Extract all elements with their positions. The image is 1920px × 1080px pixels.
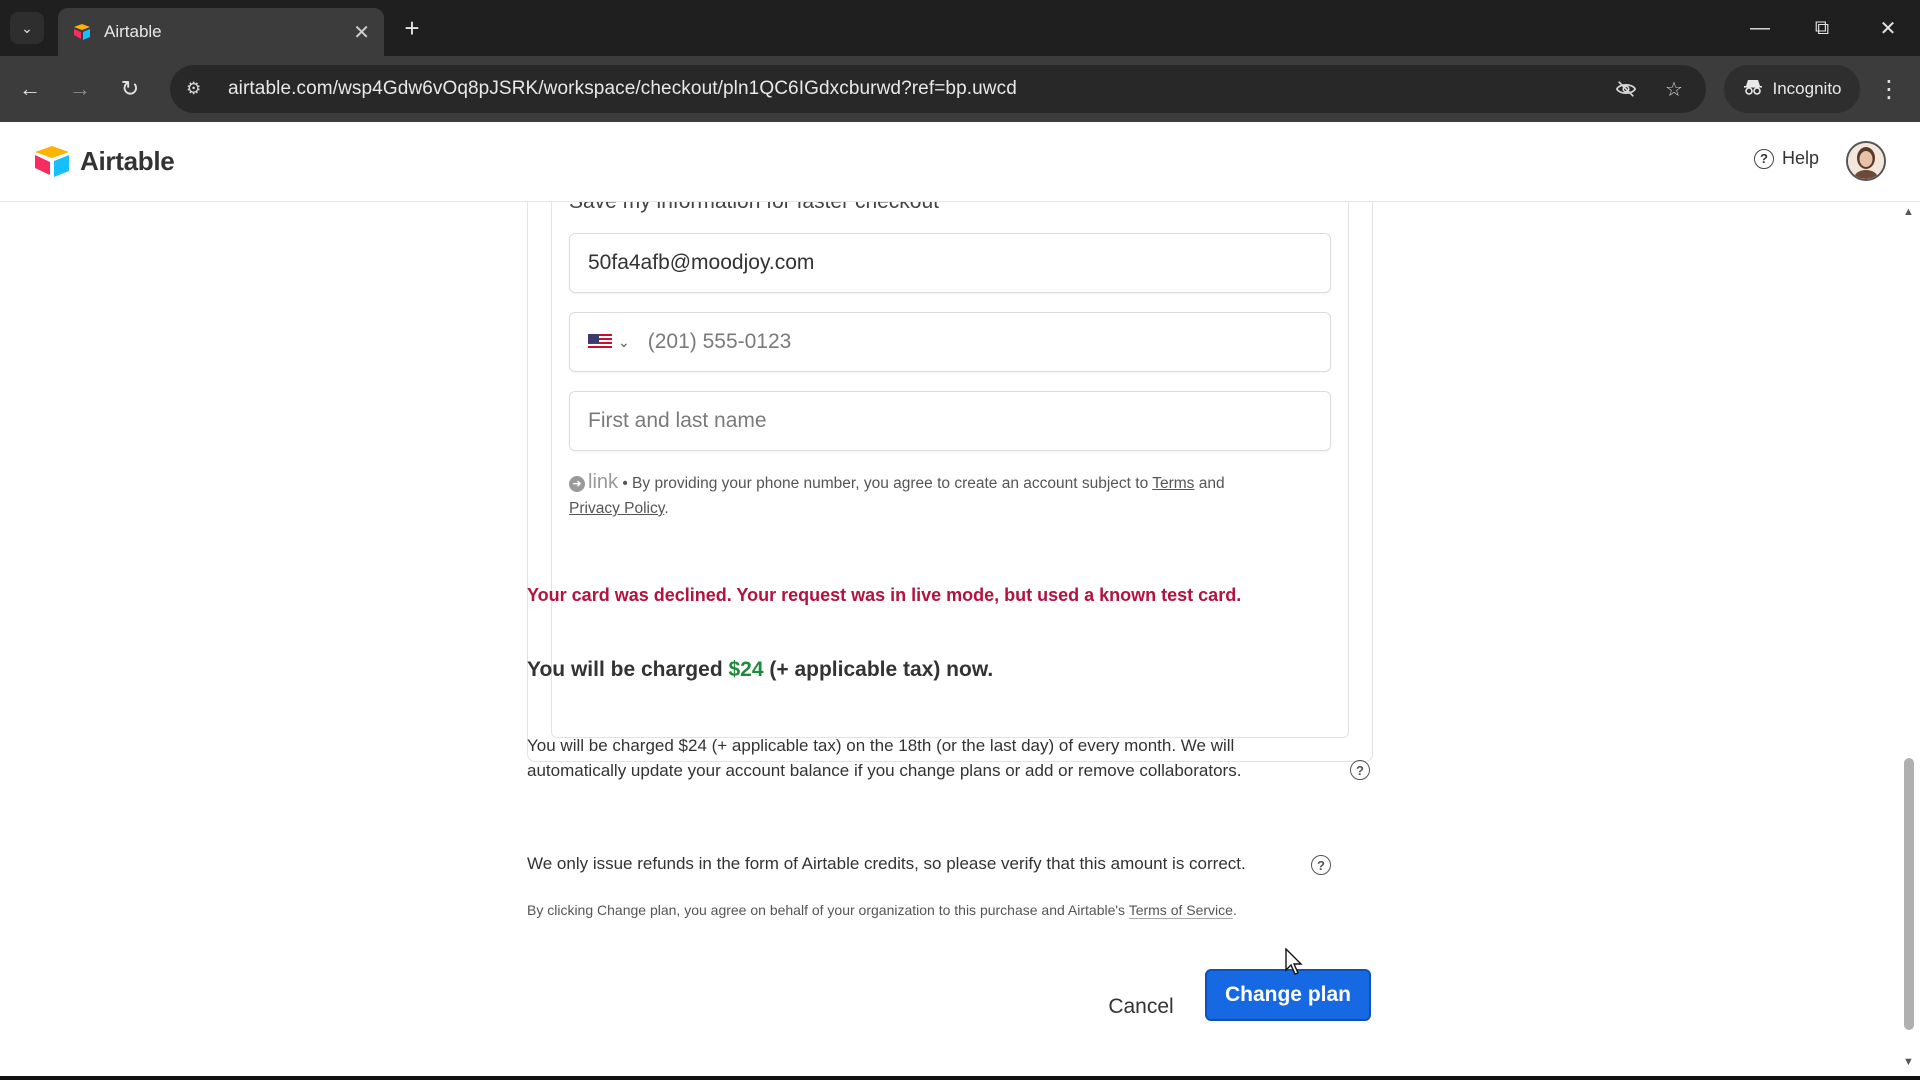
new-tab-button[interactable]: + (396, 12, 428, 44)
purchase-terms-text: By clicking Change plan, you agree on be… (527, 902, 1237, 919)
tab-search-button[interactable]: ⌄ (10, 12, 44, 44)
airtable-favicon-icon (72, 22, 92, 42)
refund-policy-text: We only issue refunds in the form of Air… (527, 854, 1246, 873)
tab-title: Airtable (104, 22, 162, 41)
us-flag-icon[interactable] (588, 334, 612, 350)
save-info-label: Save my information for faster checkout (569, 202, 939, 214)
brand-name: Airtable (80, 145, 175, 176)
help-icon: ? (1754, 148, 1774, 169)
scrollbar-thumb[interactable] (1904, 758, 1914, 1030)
recurring-charge-text: You will be charged $24 (+ applicable ta… (527, 736, 1242, 780)
terms-of-service-link[interactable]: Terms of Service (1128, 902, 1233, 919)
help-label: Help (1782, 148, 1820, 168)
country-chevron-down-icon[interactable]: ⌄ (618, 334, 630, 351)
chevron-down-icon: ⌄ (21, 19, 33, 36)
close-tab-icon[interactable]: ✕ (353, 20, 370, 45)
url-text: airtable.com/wsp4Gdw6vOq8pJSRK/workspace… (228, 78, 1017, 99)
restore-icon[interactable]: ⧉ (1796, 10, 1848, 46)
forward-arrow-icon[interactable]: → (62, 71, 98, 107)
bookmark-star-icon[interactable]: ☆ (1654, 65, 1694, 113)
stripe-link-logo: ➜ link (569, 471, 618, 493)
incognito-label: Incognito (1772, 79, 1842, 98)
name-field[interactable]: First and last name (569, 391, 1331, 451)
charge-summary: You will be charged $24 (+ applicable ta… (527, 658, 994, 681)
address-bar[interactable]: ⚙ airtable.com/wsp4Gdw6vOq8pJSRK/workspa… (170, 65, 1706, 113)
mouse-cursor-icon (1285, 948, 1303, 975)
email-value: 50fa4afb@moodjoy.com (588, 251, 815, 274)
eye-off-icon[interactable] (1606, 65, 1646, 113)
refund-help-icon[interactable]: ? (1311, 855, 1331, 875)
browser-menu-icon[interactable]: ⋮ (1874, 71, 1904, 107)
phone-placeholder: (201) 555-0123 (647, 330, 792, 353)
cancel-button[interactable]: Cancel (1098, 985, 1184, 1029)
reload-icon[interactable]: ↻ (112, 71, 148, 107)
name-placeholder: First and last name (588, 409, 767, 432)
card-declined-error: Your card was declined. Your request was… (527, 585, 1242, 605)
link-arrow-icon: ➜ (569, 476, 585, 492)
browser-tab[interactable]: Airtable ✕ (58, 8, 384, 56)
checkout-content: Save my information for faster checkout … (0, 202, 1920, 1076)
link-consent-note: ➜ link • By providing your phone number, … (569, 471, 1225, 517)
billing-help-icon[interactable]: ? (1350, 760, 1370, 780)
browser-tab-bar: ⌄ Airtable ✕ + — ⧉ ✕ (0, 0, 1920, 56)
terms-link[interactable]: Terms (1152, 475, 1194, 492)
browser-toolbar: ← → ↻ ⚙ airtable.com/wsp4Gdw6vOq8pJSRK/w… (0, 56, 1920, 122)
scroll-down-arrow-icon[interactable]: ▼ (1903, 1056, 1914, 1068)
scroll-up-arrow-icon[interactable]: ▲ (1903, 206, 1914, 218)
site-settings-icon[interactable]: ⚙ (186, 79, 214, 99)
incognito-indicator[interactable]: Incognito (1724, 65, 1860, 113)
charge-amount: $24 (728, 658, 764, 681)
incognito-icon (1743, 78, 1763, 101)
phone-field[interactable]: ⌄ (201) 555-0123 (569, 312, 1331, 372)
airtable-logo-icon (35, 146, 69, 177)
minimize-icon[interactable]: — (1734, 10, 1786, 46)
user-avatar[interactable] (1846, 141, 1886, 181)
close-window-icon[interactable]: ✕ (1862, 10, 1914, 46)
airtable-logo[interactable]: Airtable (32, 144, 175, 178)
email-field[interactable]: 50fa4afb@moodjoy.com (569, 233, 1331, 293)
page-scrollbar[interactable]: ▲ ▼ (1900, 202, 1920, 1076)
back-arrow-icon[interactable]: ← (12, 71, 48, 107)
help-button[interactable]: ? Help (1754, 148, 1819, 169)
change-plan-button[interactable]: Change plan (1205, 969, 1371, 1021)
app-header: Airtable ? Help (0, 122, 1920, 202)
privacy-policy-link[interactable]: Privacy Policy (569, 500, 664, 517)
bottom-edge (0, 1076, 1920, 1080)
